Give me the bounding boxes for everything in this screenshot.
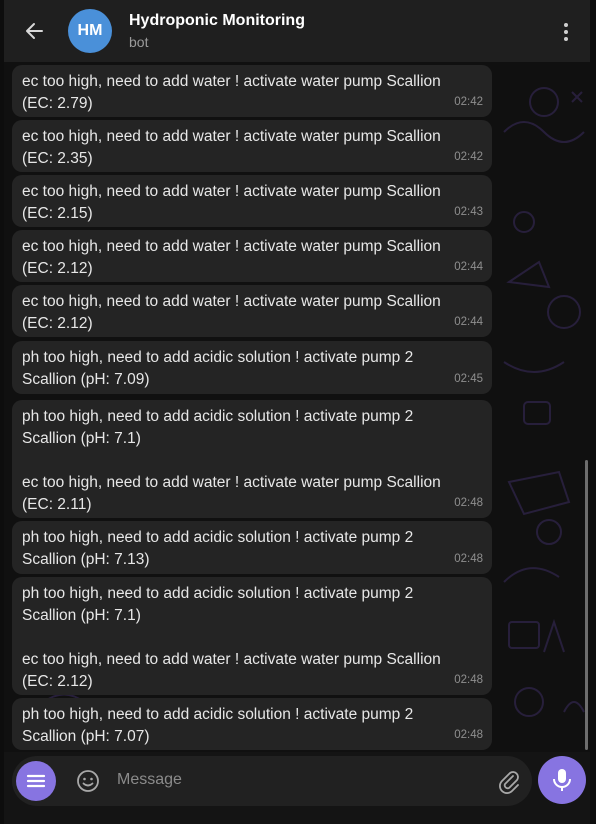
more-options-button[interactable]	[554, 18, 578, 46]
message-time: 02:48	[454, 729, 483, 741]
message-bubble[interactable]: ec too high, need to add water ! activat…	[12, 230, 492, 282]
message-text: ec too high, need to add water ! activat…	[22, 238, 441, 277]
message-text: ph too high, need to add acidic solution…	[22, 408, 441, 513]
chat-title[interactable]: Hydroponic Monitoring	[129, 12, 305, 30]
message-text: ec too high, need to add water ! activat…	[22, 73, 441, 112]
message-text: ph too high, need to add acidic solution…	[22, 349, 414, 388]
message-time: 02:42	[454, 151, 483, 163]
app-window: HM Hydroponic Monitoring bot ec too high…	[4, 0, 590, 824]
bot-menu-icon	[26, 774, 46, 788]
message-text: ph too high, need to add acidic solution…	[22, 529, 414, 568]
message-list[interactable]: ec too high, need to add water ! activat…	[4, 62, 590, 752]
more-vertical-icon	[564, 23, 568, 27]
message-bubble[interactable]: ph too high, need to add acidic solution…	[12, 400, 492, 518]
scrollbar[interactable]	[585, 460, 588, 750]
message-bubble[interactable]: ph too high, need to add acidic solution…	[12, 698, 492, 750]
voice-record-button[interactable]	[538, 756, 586, 804]
message-bubble[interactable]: ec too high, need to add water ! activat…	[12, 175, 492, 227]
message-text: ph too high, need to add acidic solution…	[22, 585, 441, 690]
message-text: ec too high, need to add water ! activat…	[22, 128, 441, 167]
message-time: 02:45	[454, 373, 483, 385]
message-bubble[interactable]: ph too high, need to add acidic solution…	[12, 577, 492, 695]
message-text: ec too high, need to add water ! activat…	[22, 293, 441, 332]
emoji-icon[interactable]	[76, 769, 100, 793]
message-bubble[interactable]: ph too high, need to add acidic solution…	[12, 521, 492, 574]
message-text: ph too high, need to add acidic solution…	[22, 706, 414, 745]
paperclip-icon[interactable]	[496, 768, 520, 794]
message-text: ec too high, need to add water ! activat…	[22, 183, 441, 222]
microphone-icon	[553, 769, 571, 791]
arrow-left-icon	[26, 23, 43, 39]
composer: Message	[12, 756, 532, 806]
message-bubble[interactable]: ec too high, need to add water ! activat…	[12, 120, 492, 172]
message-time: 02:44	[454, 261, 483, 273]
message-input[interactable]: Message	[117, 771, 182, 789]
message-time: 02:48	[454, 553, 483, 565]
avatar[interactable]: HM	[68, 9, 112, 53]
message-time: 02:48	[454, 674, 483, 686]
message-bubble[interactable]: ec too high, need to add water ! activat…	[12, 65, 492, 117]
chat-header: HM Hydroponic Monitoring bot	[4, 0, 590, 62]
message-bubble[interactable]: ec too high, need to add water ! activat…	[12, 285, 492, 337]
message-time: 02:44	[454, 316, 483, 328]
message-time: 02:42	[454, 96, 483, 108]
chat-subtitle: bot	[129, 34, 149, 50]
message-bubble[interactable]: ph too high, need to add acidic solution…	[12, 341, 492, 394]
back-button[interactable]	[20, 17, 48, 45]
bot-menu-button[interactable]	[16, 761, 56, 801]
message-time: 02:48	[454, 497, 483, 509]
message-time: 02:43	[454, 206, 483, 218]
